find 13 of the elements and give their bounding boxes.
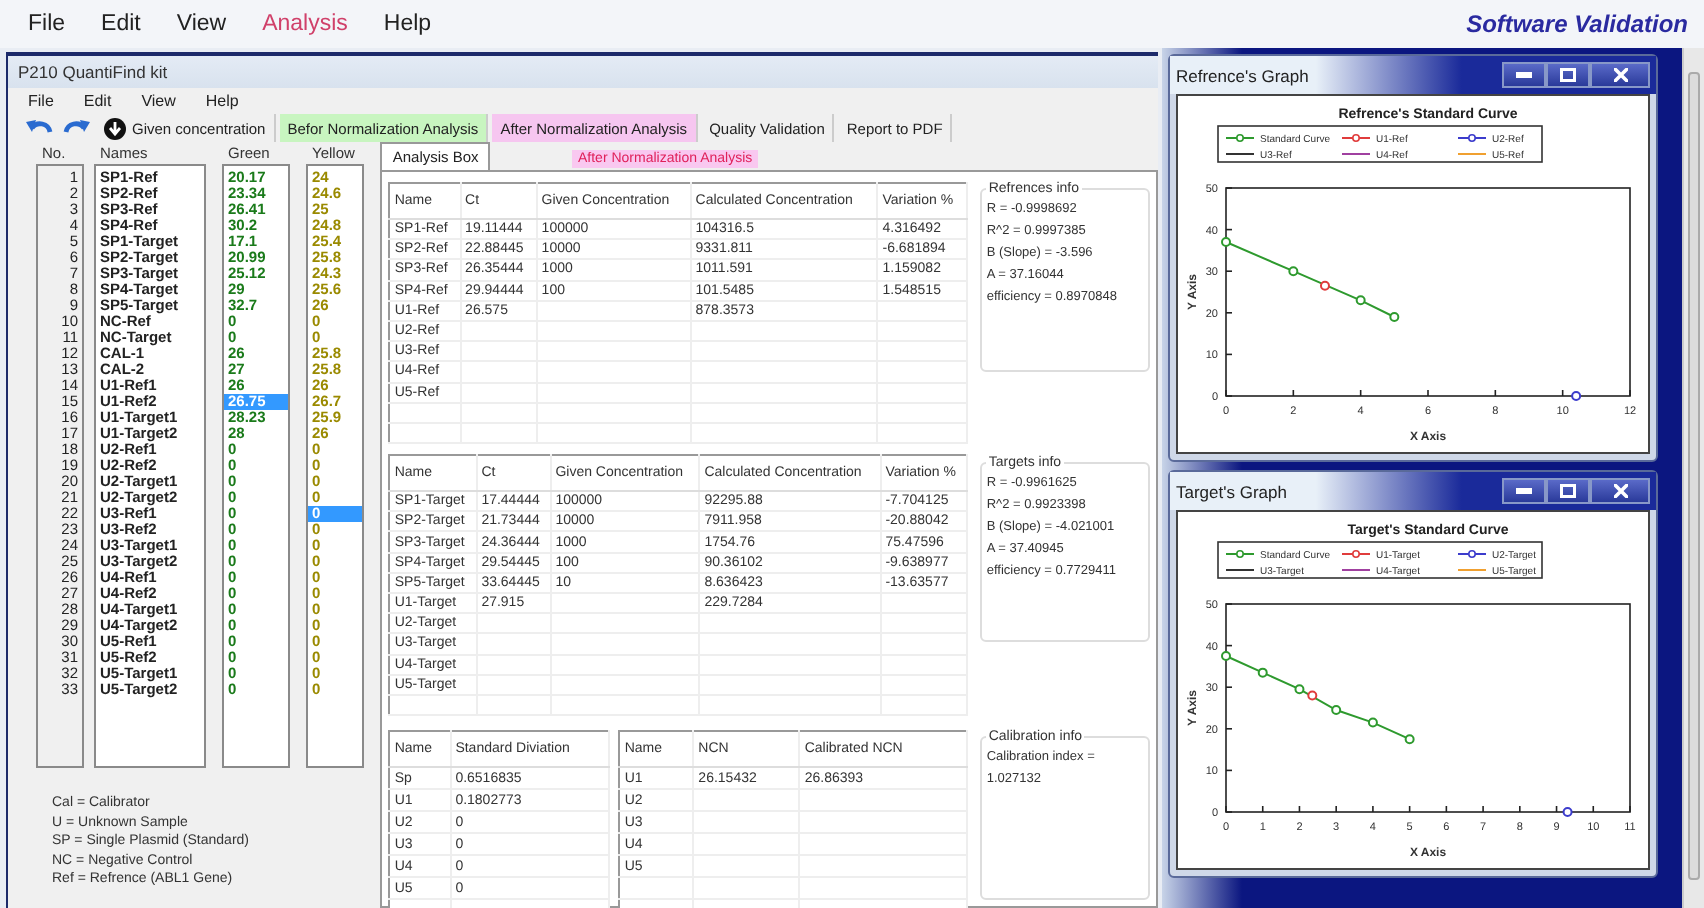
app-title: Software Validation	[1466, 10, 1688, 38]
menu-item[interactable]: View	[176, 12, 227, 36]
menu-item[interactable]: Help	[383, 12, 432, 36]
window-title: P210 QuantiFind kit	[8, 56, 1158, 88]
menu-item[interactable]: File	[28, 91, 54, 109]
menu-item[interactable]: View	[141, 91, 176, 109]
window-title: Target's Graph	[1176, 481, 1287, 501]
menu-item[interactable]: Help	[205, 91, 239, 109]
menu-item[interactable]: Analysis	[262, 12, 348, 36]
menu-item[interactable]: Edit	[101, 12, 141, 36]
menu-item[interactable]: Edit	[83, 91, 112, 109]
menu-item[interactable]: File	[28, 12, 66, 36]
window-title: Refrence's Graph	[1176, 65, 1309, 85]
